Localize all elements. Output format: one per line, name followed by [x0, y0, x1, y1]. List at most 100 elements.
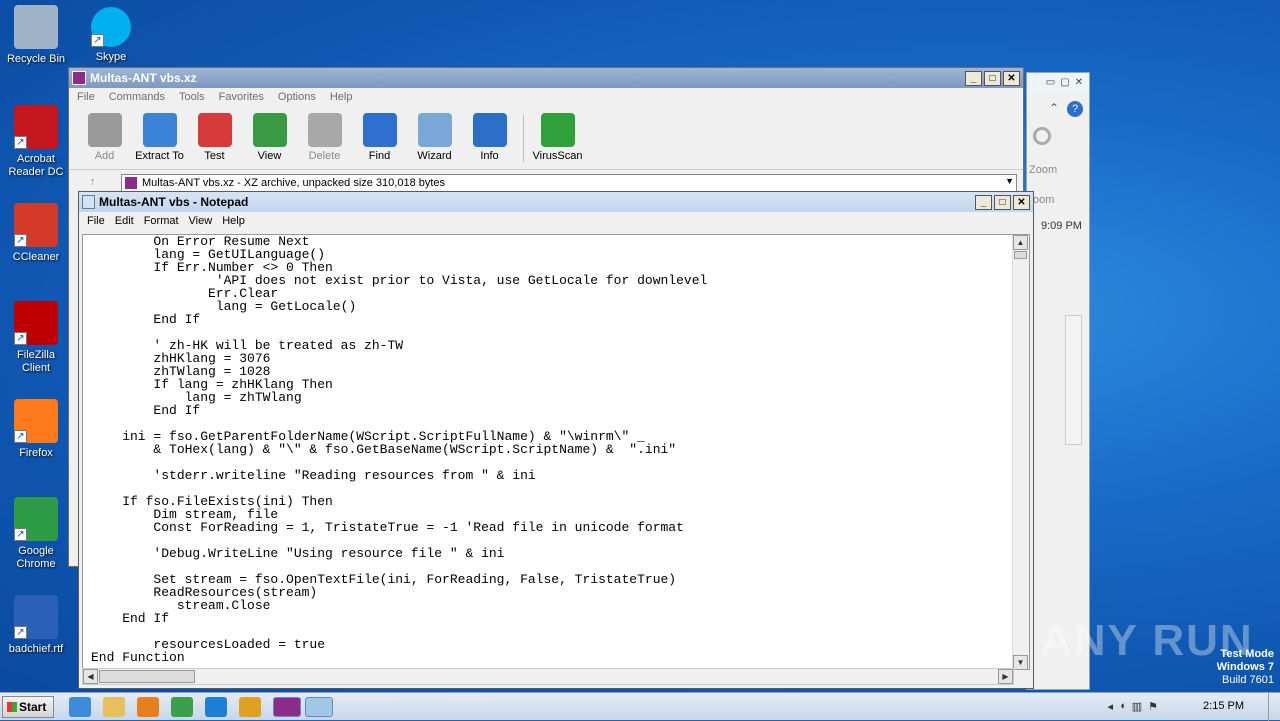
taskbar-notepad-icon[interactable] [305, 697, 333, 717]
show-hidden-icons-icon[interactable]: ◂ [1108, 700, 1114, 713]
toolbar-view-button[interactable]: View [242, 111, 297, 166]
archive-icon [125, 177, 137, 189]
winrar-title: Multas-ANT vbs.xz [90, 71, 197, 85]
volume-icon[interactable]: ◖ [1119, 700, 1126, 713]
scroll-left-icon[interactable]: ◀ [83, 669, 98, 684]
scroll-right-icon[interactable]: ▶ [998, 669, 1013, 684]
skype-icon: ↗ [91, 7, 131, 47]
shortcut-arrow-icon: ↗ [14, 136, 27, 149]
start-button[interactable]: Start [2, 696, 54, 718]
winrar-titlebar[interactable]: Multas-ANT vbs.xz _ □ ✕ [69, 68, 1023, 88]
clock[interactable]: 2:15 PM [1203, 700, 1244, 712]
winrar-menu-tools[interactable]: Tools [179, 91, 205, 105]
horizontal-scroll-thumb[interactable] [99, 670, 195, 683]
taskbar-chrome-icon[interactable] [171, 697, 193, 717]
dropdown-arrow-icon[interactable]: ▼ [1005, 176, 1014, 186]
scroll-down-icon[interactable]: ▼ [1013, 655, 1028, 669]
toolbar-find-button[interactable]: Find [352, 111, 407, 166]
ccleaner-icon: ↗ [14, 203, 58, 247]
desktop-icon-google-chrome[interactable]: ↗ Google Chrome [2, 497, 70, 571]
desktop-icon-skype[interactable]: ↗ Skype [77, 7, 145, 64]
code-line: stream.Close [91, 598, 271, 613]
shortcut-arrow-icon: ↗ [14, 234, 27, 247]
virusscan-icon [540, 113, 575, 147]
scroll-thumb[interactable] [1014, 251, 1027, 259]
toolbar-add-button[interactable]: Add [77, 111, 132, 166]
winrar-menu-favorites[interactable]: Favorites [219, 91, 264, 105]
notepad-menu-view[interactable]: View [189, 215, 213, 229]
taskbar-internet-explorer-icon[interactable] [69, 697, 91, 717]
shortcut-arrow-icon: ↗ [91, 34, 104, 47]
taskbar-media-player-icon[interactable] [137, 697, 159, 717]
notepad-menu-format[interactable]: Format [144, 215, 179, 229]
desktop-icon-badchief-rtf[interactable]: ↗ badchief.rtf [2, 595, 70, 656]
filezilla-client-icon: ↗ [14, 301, 58, 345]
code-line: & ToHex(lang) & "\" & fso.GetBaseName(WS… [91, 442, 677, 457]
close-icon[interactable]: ✕ [1075, 77, 1083, 91]
code-line: 'stderr.writeline "Reading resources fro… [91, 468, 536, 483]
background-window[interactable]: ▭ ▢ ✕ ⌃ ? Zoom oom 9:09 PM [1026, 72, 1090, 690]
toolbar-label: Add [94, 150, 115, 162]
maximize-icon[interactable]: ▢ [1060, 77, 1069, 91]
code-line: End Function [91, 650, 185, 665]
code-text: On Error Resume Next lang = GetUILanguag… [91, 235, 707, 664]
desktop-icon-acrobat-reader-dc[interactable]: ↗ Acrobat Reader DC [2, 105, 70, 179]
desktop-icon-label: Recycle Bin [6, 53, 66, 65]
zoom-label-partial: oom [1033, 194, 1055, 206]
recycle-bin-icon [14, 5, 58, 49]
desktop-icon-filezilla-client[interactable]: ↗ FileZilla Client [2, 301, 70, 375]
notepad-text-area[interactable]: On Error Resume Next lang = GetUILanguag… [82, 234, 1030, 670]
notepad-menu-edit[interactable]: Edit [115, 215, 134, 229]
up-arrow-icon[interactable]: ↑ [90, 176, 96, 188]
toolbar-extract-to-button[interactable]: Extract To [132, 111, 187, 166]
close-button[interactable]: ✕ [1003, 70, 1020, 86]
zoom-icon[interactable] [1033, 127, 1057, 157]
notepad-titlebar[interactable]: Multas-ANT vbs - Notepad _ □ ✕ [79, 192, 1033, 212]
minimize-button[interactable]: _ [965, 70, 982, 86]
taskbar-winrar-icon[interactable] [273, 697, 301, 717]
scroll-up-icon[interactable]: ▲ [1013, 235, 1028, 250]
horizontal-scrollbar[interactable]: ◀ ▶ [82, 668, 1014, 685]
code-line: Const ForReading = 1, TristateTrue = -1 … [91, 520, 684, 535]
code-line: End If [91, 312, 201, 327]
taskbar-file-explorer-icon[interactable] [103, 697, 125, 717]
network-icon[interactable]: ▥ [1132, 700, 1142, 713]
desktop-icon-recycle-bin[interactable]: Recycle Bin [2, 5, 70, 66]
desktop-icon-firefox[interactable]: ↗ Firefox [2, 399, 70, 460]
toolbar-wizard-button[interactable]: Wizard [407, 111, 462, 166]
taskbar-edge-icon[interactable] [205, 697, 227, 717]
toolbar-label: Find [368, 150, 391, 162]
toolbar-info-button[interactable]: Info [462, 111, 517, 166]
winrar-menu-options[interactable]: Options [278, 91, 316, 105]
background-window-scrollbar[interactable] [1065, 315, 1082, 445]
toolbar-label: Info [480, 150, 499, 162]
show-desktop-button[interactable] [1268, 693, 1280, 721]
notepad-menu-help[interactable]: Help [222, 215, 245, 229]
help-icon[interactable]: ? [1067, 101, 1083, 117]
toolbar-delete-button[interactable]: Delete [297, 111, 352, 166]
taskbar-outlook-icon[interactable] [239, 697, 261, 717]
winrar-app-icon [72, 71, 86, 85]
vertical-scrollbar[interactable]: ▲ ▼ [1012, 235, 1029, 669]
windows-logo-icon [7, 702, 17, 712]
desktop-icon-label: Google Chrome [16, 545, 56, 570]
notepad-menu-file[interactable]: File [87, 215, 105, 229]
collapse-ribbon-icon[interactable]: ⌃ [1049, 101, 1059, 117]
close-button[interactable]: ✕ [1013, 194, 1030, 210]
system-tray: ◂ ◖ ▥ ⚑ [1108, 700, 1158, 713]
maximize-button[interactable]: □ [984, 70, 1001, 86]
flag-icon[interactable]: ⚑ [1148, 700, 1158, 713]
winrar-menu-file[interactable]: File [77, 91, 95, 105]
minimize-icon[interactable]: ▭ [1046, 77, 1055, 91]
windows-watermark: Test Mode Windows 7 Build 7601 [1217, 648, 1274, 687]
maximize-button[interactable]: □ [994, 194, 1011, 210]
winrar-menu-commands[interactable]: Commands [109, 91, 165, 105]
winrar-address-bar[interactable]: ↑ Multas-ANT vbs.xz - XZ archive, unpack… [90, 174, 1017, 192]
toolbar-test-button[interactable]: Test [187, 111, 242, 166]
toolbar-virusscan-button[interactable]: VirusScan [530, 111, 585, 166]
desktop-icon-ccleaner[interactable]: ↗ CCleaner [2, 203, 70, 264]
toolbar-label: VirusScan [532, 150, 583, 162]
minimize-button[interactable]: _ [975, 194, 992, 210]
winrar-menu-help[interactable]: Help [330, 91, 353, 105]
shortcut-arrow-icon: ↗ [14, 626, 27, 639]
